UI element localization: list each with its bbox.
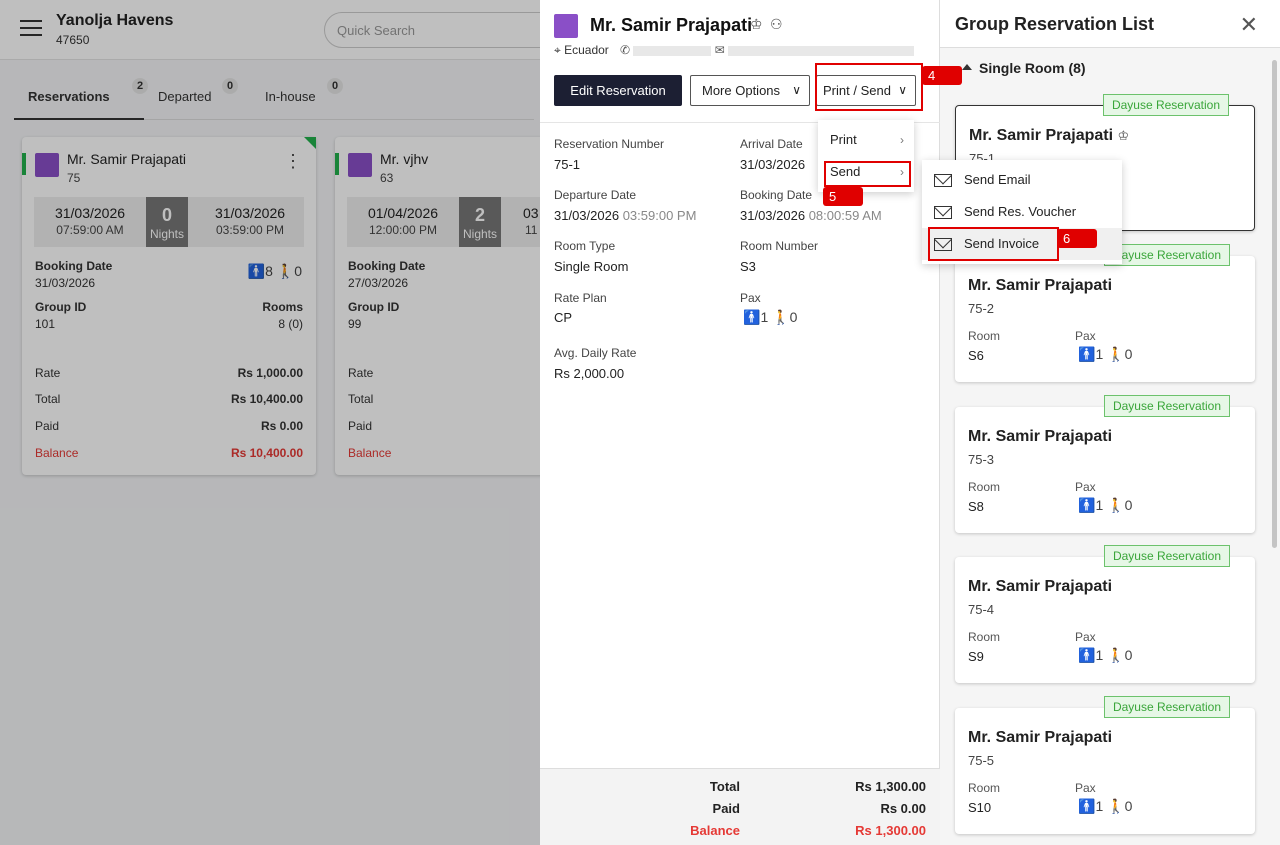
totals-footer: Total Rs 1,300.00 Paid Rs 0.00 Balance R…	[540, 768, 940, 845]
balance-value: Rs 1,300.00	[855, 823, 926, 838]
group-item-card[interactable]: Dayuse Reservation Mr. Samir Prajapati 7…	[955, 545, 1255, 683]
rate-plan: CP	[554, 310, 573, 325]
guest-name: Mr. Samir Prajapati	[590, 15, 753, 35]
room-label: Room	[968, 630, 1001, 644]
pax-counts: 🚹1 🚶0	[1078, 647, 1133, 663]
panel-title: Group Reservation List	[955, 14, 1155, 34]
guest-name: Mr. Samir Prajapati	[968, 729, 1113, 746]
total-value: Rs 1,300.00	[855, 779, 926, 794]
highlight-box	[824, 161, 911, 187]
close-icon[interactable]: ✕	[1240, 14, 1258, 36]
arrival-value: 31/03/2026	[740, 157, 806, 172]
mail-icon	[934, 174, 952, 187]
room-value: S9	[968, 649, 984, 664]
reservation-id: 75-2	[968, 301, 995, 316]
guest-name: Mr. Samir Prajapati	[968, 428, 1113, 445]
adr-label: Avg. Daily Rate	[554, 346, 637, 360]
adr-value: Rs 2,000.00	[554, 366, 625, 381]
guest-name: Mr. Samir Prajapati	[968, 277, 1113, 294]
pax-counts: 🚹1 🚶0	[1078, 798, 1133, 814]
collapse-icon[interactable]	[962, 64, 972, 70]
room-number: S3	[740, 259, 756, 274]
contact-info: ✆ ✉	[620, 43, 915, 57]
group-item-card[interactable]: Dayuse Reservation Mr. Samir Prajapati 7…	[955, 395, 1255, 533]
panel-header: Group Reservation List ✕	[940, 0, 1280, 48]
room-number-label: Room Number	[740, 239, 819, 253]
menu-item-send-email[interactable]: Send Email	[922, 164, 1122, 196]
rate-plan-label: Rate Plan	[554, 291, 607, 305]
room-value: S6	[968, 348, 984, 363]
hotel-icon	[554, 14, 578, 38]
chevron-down-icon: ∨	[792, 83, 801, 97]
departure-label: Departure Date	[554, 188, 637, 202]
menu-item-send-voucher[interactable]: Send Res. Voucher	[922, 196, 1122, 228]
redacted-phone	[633, 45, 712, 56]
edit-reservation-button[interactable]: Edit Reservation	[554, 75, 682, 106]
res-number-label: Reservation Number	[554, 137, 665, 151]
pax-label: Pax	[1075, 480, 1096, 494]
location-icon: ⌖	[554, 43, 561, 57]
menu-item-print[interactable]: Print ›	[818, 124, 914, 156]
dayuse-badge: Dayuse Reservation	[1103, 696, 1230, 718]
scrollbar[interactable]	[1272, 60, 1277, 548]
paid-value: Rs 0.00	[880, 801, 926, 816]
booking-label: Booking Date	[740, 188, 813, 202]
phone-icon: ✆	[620, 43, 631, 57]
pax-label: Pax	[1075, 630, 1096, 644]
pax-label: Pax	[1075, 329, 1096, 343]
pax-label: Pax	[1075, 781, 1096, 795]
annotation-label: 4	[922, 66, 962, 85]
highlight-box	[815, 63, 923, 111]
arrival-label: Arrival Date	[740, 137, 803, 151]
crown-icon: ♔	[1117, 128, 1130, 143]
pax-label: Pax	[740, 291, 761, 305]
room-label: Room	[968, 329, 1001, 343]
room-label: Room	[968, 480, 1001, 494]
chevron-right-icon: ›	[900, 133, 904, 147]
mail-icon	[934, 206, 952, 219]
country: ⌖ Ecuador	[554, 43, 609, 57]
room-type: Single Room	[554, 259, 629, 274]
departure-value: 31/03/2026 03:59:00 PM	[554, 208, 697, 223]
redacted-email	[728, 45, 915, 56]
pax-counts: 🚹1 🚶0	[1078, 497, 1133, 513]
dayuse-badge: Dayuse Reservation	[1103, 395, 1230, 417]
group-reservation-panel: Group Reservation List ✕ Single Room (8)…	[940, 0, 1280, 845]
pax-counts: 🚹1 🚶0	[1078, 346, 1133, 362]
room-value: S8	[968, 499, 984, 514]
room-value: S10	[968, 800, 992, 815]
group-item-card[interactable]: Dayuse Reservation Mr. Samir Prajapati 7…	[955, 696, 1255, 834]
dayuse-badge: Dayuse Reservation	[1103, 545, 1230, 567]
res-number: 75-1	[554, 157, 581, 172]
dayuse-badge: Dayuse Reservation	[1103, 244, 1230, 266]
reservation-id: 75-4	[968, 602, 995, 617]
pax-counts: 🚹1 🚶0	[743, 309, 798, 325]
guest-name: Mr. Samir Prajapati ♔	[969, 127, 1130, 144]
annotation-label: 6	[1057, 229, 1097, 248]
annotation-label: 5	[823, 187, 863, 206]
room-label: Room	[968, 781, 1001, 795]
room-type-label: Room Type	[554, 239, 616, 253]
total-label: Total	[709, 779, 740, 794]
crown-icon: ♔	[750, 16, 763, 32]
booking-value: 31/03/2026 08:00:59 AM	[740, 208, 882, 223]
group-icon: ⚇	[770, 16, 783, 32]
balance-label: Balance	[690, 823, 740, 838]
dayuse-badge: Dayuse Reservation	[1102, 94, 1229, 116]
reservation-id: 75-3	[968, 452, 995, 467]
room-type-section[interactable]: Single Room (8)	[979, 60, 1086, 76]
reservation-id: 75-5	[968, 753, 995, 768]
more-options-button[interactable]: More Options ∨	[690, 75, 810, 106]
email-icon: ✉	[714, 43, 725, 57]
paid-label: Paid	[712, 801, 740, 816]
guest-name: Mr. Samir Prajapati	[968, 578, 1113, 595]
highlight-box	[928, 227, 1059, 261]
group-item-card[interactable]: Dayuse Reservation Mr. Samir Prajapati 7…	[955, 244, 1255, 382]
dim-overlay[interactable]	[0, 0, 540, 845]
